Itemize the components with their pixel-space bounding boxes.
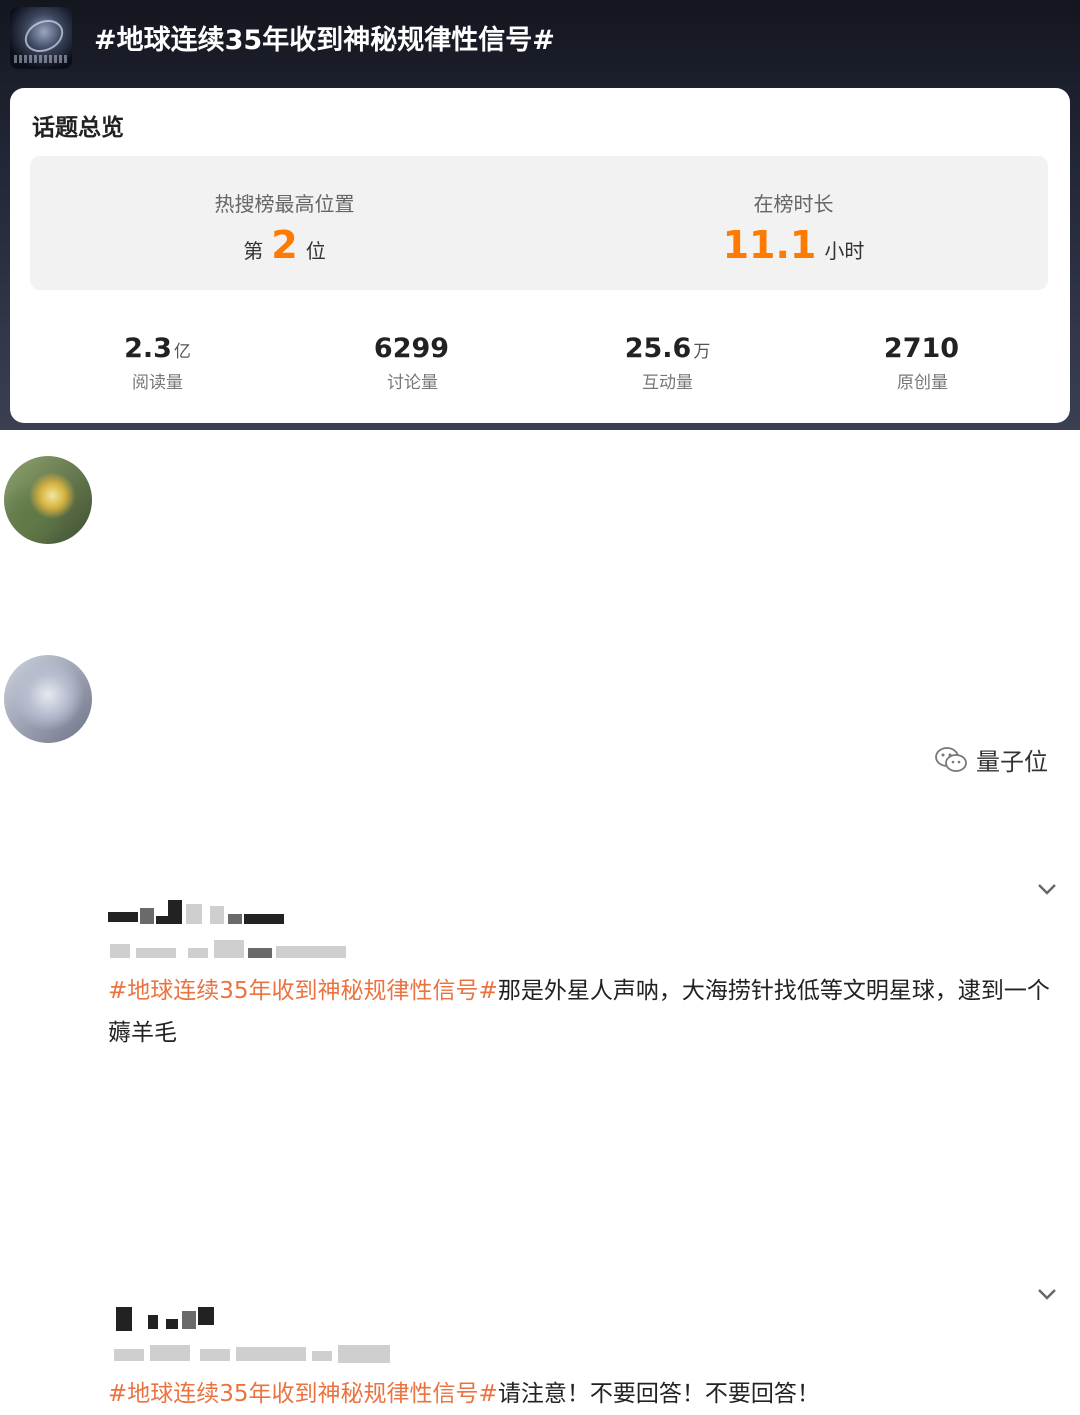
stat-interactions: 25.6 万 互动量 <box>540 333 795 393</box>
stats-row: 2.3 亿 阅读量 6299 讨论量 25.6 万 互动量 2710 原创量 <box>10 333 1070 403</box>
topic-header: #地球连续35年收到神秘规律性信号# 话题总览 热搜榜最高位置 第 2 位 在榜… <box>0 0 1080 430</box>
post-text: #地球连续35年收到神秘规律性信号#请注意！不要回答！不要回答！ <box>108 1373 1068 1415</box>
duration-value: 11.1 <box>722 223 817 267</box>
ranking-summary: 热搜榜最高位置 第 2 位 在榜时长 11.1 小时 <box>30 156 1048 290</box>
chevron-down-icon[interactable] <box>1036 1283 1058 1305</box>
topic-title: #地球连续35年收到神秘规律性信号# <box>94 25 555 56</box>
overview-card: 话题总览 热搜榜最高位置 第 2 位 在榜时长 11.1 小时 2.3 亿 阅读… <box>10 88 1070 423</box>
stat-value: 2.3 <box>124 333 172 364</box>
chevron-down-icon[interactable] <box>1036 878 1058 900</box>
thumbnail-caption-image <box>14 55 68 63</box>
stat-unit: 万 <box>693 342 711 362</box>
stat-value: 6299 <box>373 333 450 364</box>
overview-heading: 话题总览 <box>32 115 124 141</box>
stat-label: 互动量 <box>642 373 693 393</box>
peak-rank-suffix: 位 <box>305 239 326 263</box>
avatar[interactable] <box>4 456 92 544</box>
duration-label: 在榜时长 <box>753 192 834 216</box>
stat-label: 阅读量 <box>132 373 183 393</box>
stat-label: 讨论量 <box>387 373 438 393</box>
peak-rank-label: 热搜榜最高位置 <box>214 192 355 216</box>
stat-discussions: 6299 讨论量 <box>285 333 540 393</box>
post-text: #地球连续35年收到神秘规律性信号#那是外星人声呐，大海捞针找低等文明星球，逮到… <box>108 970 1068 1054</box>
stat-unit: 亿 <box>173 342 191 362</box>
duration-block: 在榜时长 11.1 小时 <box>539 156 1048 290</box>
post-item[interactable]: #地球连续35年收到神秘规律性信号#那是外星人声呐，大海捞针找低等文明星球，逮到… <box>0 430 1080 1046</box>
avatar[interactable] <box>4 655 92 743</box>
wechat-icon <box>935 746 967 772</box>
post-item[interactable]: #地球连续35年收到神秘规律性信号#请注意！不要回答！不要回答！ <box>0 635 1080 1407</box>
peak-rank-block: 热搜榜最高位置 第 2 位 <box>30 156 539 290</box>
peak-rank-prefix: 第 <box>243 239 264 263</box>
peak-rank-value: 2 <box>271 223 298 267</box>
stat-originals: 2710 原创量 <box>795 333 1050 393</box>
satellite-dish-icon <box>19 13 69 59</box>
stat-value: 2710 <box>883 333 960 364</box>
topic-thumbnail <box>10 7 72 69</box>
stat-label: 原创量 <box>897 373 948 393</box>
watermark: 量子位 <box>934 742 1048 777</box>
hashtag-link[interactable]: #地球连续35年收到神秘规律性信号# <box>108 1381 498 1407</box>
hashtag-link[interactable]: #地球连续35年收到神秘规律性信号# <box>108 978 498 1004</box>
watermark-text: 量子位 <box>976 748 1048 776</box>
stat-value: 25.6 <box>624 333 692 364</box>
duration-unit: 小时 <box>824 239 865 263</box>
post-body: 请注意！不要回答！不要回答！ <box>497 1381 820 1407</box>
stat-reads: 2.3 亿 阅读量 <box>30 333 285 393</box>
